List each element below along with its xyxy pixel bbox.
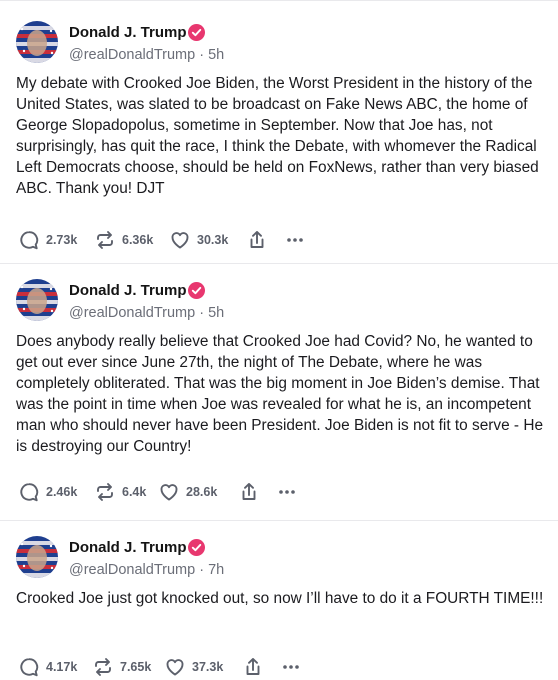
heart-icon	[164, 656, 186, 678]
more-dots-icon	[280, 656, 302, 678]
post[interactable]: Donald J. Trump @realDonaldTrump · 7h Cr…	[0, 536, 558, 680]
verified-badge-icon	[188, 24, 205, 41]
heart-icon	[169, 229, 191, 251]
author-handle[interactable]: @realDonaldTrump	[69, 305, 195, 321]
more-button[interactable]	[276, 477, 298, 507]
share-upload-icon	[238, 481, 260, 503]
more-button[interactable]	[284, 225, 306, 255]
reply-count: 2.46k	[46, 485, 78, 499]
speech-bubble-icon	[18, 656, 40, 678]
share-upload-icon	[246, 229, 268, 251]
verified-badge-icon	[188, 282, 205, 299]
author-name[interactable]: Donald J. Trump	[69, 282, 187, 299]
like-count: 37.3k	[192, 660, 224, 674]
reply-button[interactable]: 2.73k	[18, 225, 77, 255]
post-actions: 4.17k 7.65k 37.3k	[16, 652, 542, 680]
retruth-count: 6.36k	[122, 233, 154, 247]
more-button[interactable]	[280, 652, 302, 680]
share-upload-icon	[242, 656, 264, 678]
separator-dot: ·	[195, 562, 209, 578]
post-text: Crooked Joe just got knocked out, so now…	[16, 590, 544, 607]
avatar[interactable]	[16, 536, 58, 578]
repost-arrows-icon	[94, 481, 116, 503]
post-text: My debate with Crooked Joe Biden, the Wo…	[16, 75, 539, 197]
author-name[interactable]: Donald J. Trump	[69, 539, 187, 556]
like-button[interactable]: 30.3k	[169, 225, 228, 255]
reply-count: 4.17k	[46, 660, 78, 674]
share-button[interactable]	[242, 652, 264, 680]
author-handle[interactable]: @realDonaldTrump	[69, 562, 195, 578]
reply-button[interactable]: 4.17k	[18, 652, 77, 680]
post-header: Donald J. Trump @realDonaldTrump · 5h	[16, 21, 542, 73]
reply-button[interactable]: 2.46k	[18, 477, 77, 507]
separator-dot: ·	[195, 305, 209, 321]
post-actions: 2.73k 6.36k 30.3k	[16, 225, 542, 255]
verified-badge-icon	[188, 539, 205, 556]
handle-line: @realDonaldTrump · 7h	[69, 562, 224, 578]
retruth-count: 7.65k	[120, 660, 152, 674]
avatar[interactable]	[16, 21, 58, 63]
post-divider	[0, 263, 558, 264]
more-dots-icon	[276, 481, 298, 503]
like-button[interactable]: 28.6k	[158, 477, 217, 507]
avatar[interactable]	[16, 279, 58, 321]
author-handle[interactable]: @realDonaldTrump	[69, 47, 195, 63]
truth-feed: Donald J. Trump @realDonaldTrump · 5h My…	[0, 0, 558, 680]
repost-arrows-icon	[92, 656, 114, 678]
author-name[interactable]: Donald J. Trump	[69, 24, 187, 41]
share-button[interactable]	[238, 477, 260, 507]
post[interactable]: Donald J. Trump @realDonaldTrump · 5h My…	[0, 21, 558, 255]
repost-arrows-icon	[94, 229, 116, 251]
post-time[interactable]: 5h	[208, 47, 224, 63]
like-button[interactable]: 37.3k	[164, 652, 223, 680]
share-button[interactable]	[246, 225, 268, 255]
separator-dot: ·	[195, 47, 209, 63]
speech-bubble-icon	[18, 229, 40, 251]
post-text: Does anybody really believe that Crooked…	[16, 333, 544, 455]
post-time[interactable]: 5h	[208, 305, 224, 321]
post-actions: 2.46k 6.4k 28.6k	[16, 477, 542, 507]
retruth-button[interactable]: 6.4k	[94, 477, 146, 507]
handle-line: @realDonaldTrump · 5h	[69, 47, 224, 63]
post-header: Donald J. Trump @realDonaldTrump · 5h	[16, 279, 542, 331]
post-divider	[0, 520, 558, 521]
retruth-button[interactable]: 7.65k	[92, 652, 151, 680]
more-dots-icon	[284, 229, 306, 251]
post-header: Donald J. Trump @realDonaldTrump · 7h	[16, 536, 542, 588]
reply-count: 2.73k	[46, 233, 78, 247]
post-time[interactable]: 7h	[208, 562, 224, 578]
handle-line: @realDonaldTrump · 5h	[69, 305, 224, 321]
retruth-button[interactable]: 6.36k	[94, 225, 153, 255]
retruth-count: 6.4k	[122, 485, 147, 499]
heart-icon	[158, 481, 180, 503]
post[interactable]: Donald J. Trump @realDonaldTrump · 5h Do…	[0, 279, 558, 507]
like-count: 30.3k	[197, 233, 229, 247]
like-count: 28.6k	[186, 485, 218, 499]
speech-bubble-icon	[18, 481, 40, 503]
